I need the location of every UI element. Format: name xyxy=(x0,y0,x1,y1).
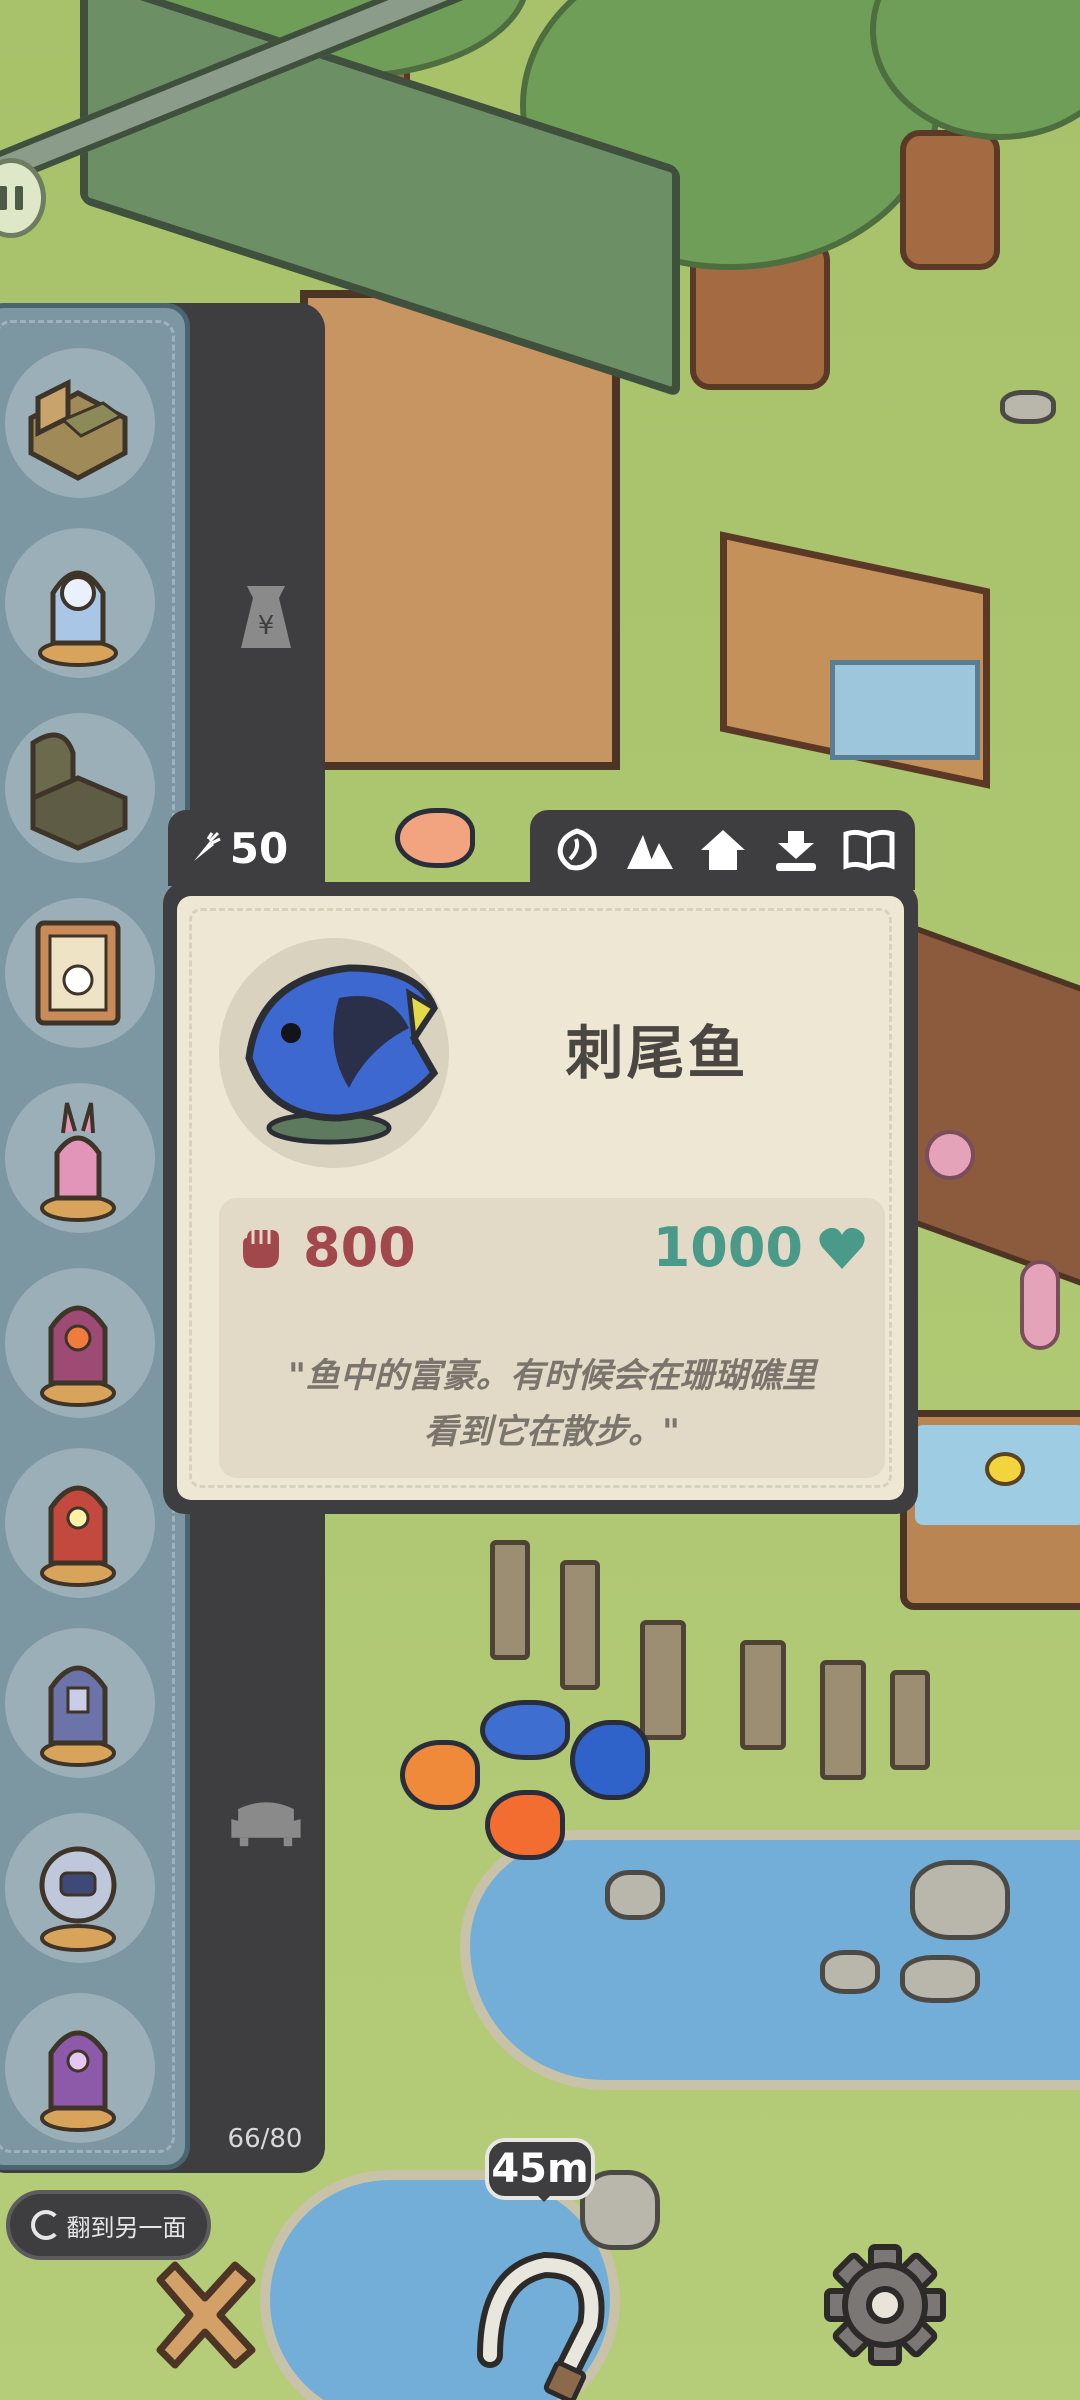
heart-icon xyxy=(819,1227,865,1269)
book-icon xyxy=(843,829,894,871)
tab-book[interactable] xyxy=(841,822,897,878)
cost-value: 800 xyxy=(303,1216,416,1279)
ice-knight-figure-icon xyxy=(38,570,118,667)
rock xyxy=(910,1860,1010,1940)
fish-character xyxy=(480,1700,570,1760)
pink-rabbit-figure-icon xyxy=(40,1102,116,1222)
close-button[interactable] xyxy=(140,2250,270,2380)
carrot-counter: 50 xyxy=(168,810,308,886)
close-icon xyxy=(156,2261,256,2369)
settings-button[interactable] xyxy=(820,2240,950,2370)
stats-box: 800 1000 "鱼中的富豪。有时候会在珊瑚礁里 看到它在散步。" xyxy=(219,1198,885,1478)
red-demon-figure-icon xyxy=(40,1485,116,1587)
item-slot-dark-bed[interactable] xyxy=(5,713,155,863)
flower xyxy=(925,1130,975,1180)
fishing-hook-button[interactable] xyxy=(470,2235,620,2400)
mountain-icon xyxy=(626,835,673,869)
item-slot-figure[interactable] xyxy=(5,1628,155,1778)
item-slot-figure[interactable] xyxy=(5,528,155,678)
item-portrait xyxy=(219,938,449,1168)
robot-figure-icon xyxy=(39,1846,117,1952)
item-description: "鱼中的富豪。有时候会在珊瑚礁里 看到它在散步。" xyxy=(249,1348,855,1460)
fence-post xyxy=(490,1540,530,1660)
fish-character xyxy=(395,808,475,868)
reward-value: 1000 xyxy=(652,1216,803,1279)
card-body: 刺尾鱼 800 1000 "鱼中的富豪。有时候会在珊瑚礁里 看到它在散步。" xyxy=(177,896,904,1500)
carrot-icon xyxy=(193,831,221,861)
house-icon xyxy=(700,830,745,870)
fence-post xyxy=(560,1560,600,1690)
fish-character xyxy=(485,1790,565,1860)
flower xyxy=(1020,1260,1060,1350)
tab-furniture[interactable] xyxy=(228,1782,304,1858)
download-icon xyxy=(775,831,816,871)
item-name: 刺尾鱼 xyxy=(565,1019,749,1087)
rock xyxy=(900,1955,980,2003)
rock xyxy=(1000,390,1056,424)
fence-post xyxy=(890,1670,930,1770)
pause-icon xyxy=(0,186,7,210)
violet-mage-figure-icon xyxy=(40,2030,116,2132)
gear-icon xyxy=(824,2244,946,2366)
item-slot-bed[interactable] xyxy=(5,348,155,498)
description-line: 看到它在散步。" xyxy=(424,1412,680,1452)
fence-post xyxy=(820,1660,866,1780)
reward-stat: 1000 xyxy=(653,1216,867,1279)
tab-house[interactable] xyxy=(695,822,751,878)
item-list[interactable] xyxy=(0,303,190,2170)
rock xyxy=(820,1950,880,1994)
item-info-card: 刺尾鱼 800 1000 "鱼中的富豪。有时候会在珊瑚礁里 看到它在散步。" xyxy=(163,882,918,1514)
item-slot-figure[interactable] xyxy=(5,1268,155,1418)
fishing-hook-icon xyxy=(477,2251,605,2400)
seed-bag-icon: ¥ xyxy=(241,586,291,648)
blue-knight-figure-icon xyxy=(40,1665,116,1767)
blue-tang-fish-icon xyxy=(245,964,439,1145)
item-slot-portrait[interactable] xyxy=(5,898,155,1048)
rock xyxy=(605,1870,665,1920)
dark-bed-icon xyxy=(30,732,128,851)
item-slot-figure[interactable] xyxy=(5,1083,155,1233)
rabbit-portrait-icon xyxy=(35,920,121,1026)
description-line: "鱼中的富豪。有时候会在珊瑚礁里 xyxy=(288,1356,816,1396)
cost-stat: 800 xyxy=(239,1216,416,1279)
item-slot-figure[interactable] xyxy=(5,1448,155,1598)
fence-post xyxy=(640,1620,686,1740)
distance-badge: 45m xyxy=(485,2138,595,2202)
tab-shell[interactable] xyxy=(549,822,605,878)
item-count: 66/80 xyxy=(227,2124,303,2154)
tab-mountain[interactable] xyxy=(622,822,678,878)
tab-download[interactable] xyxy=(768,822,824,878)
fountain-water xyxy=(830,660,980,760)
purple-warrior-figure-icon xyxy=(40,1305,116,1407)
fish-character xyxy=(400,1740,480,1810)
item-slot-figure[interactable] xyxy=(5,1813,155,1963)
svg-text:¥: ¥ xyxy=(258,611,275,641)
bed-icon xyxy=(28,378,128,481)
carrot-value: 50 xyxy=(229,823,289,873)
card-toolbar xyxy=(530,810,915,890)
fish-character xyxy=(570,1720,650,1800)
rotate-icon xyxy=(30,2210,61,2240)
item-slot-figure[interactable] xyxy=(5,1993,155,2143)
fence-post xyxy=(740,1640,786,1750)
tab-seed-bag[interactable]: ¥ xyxy=(228,578,304,654)
fist-icon xyxy=(243,1229,279,1268)
shell-icon xyxy=(557,828,597,871)
rubber-duck xyxy=(985,1452,1025,1486)
flip-side-label: 翻到另一面 xyxy=(66,2213,187,2242)
tree-trunk xyxy=(900,130,1000,270)
sofa-icon xyxy=(231,1802,301,1847)
